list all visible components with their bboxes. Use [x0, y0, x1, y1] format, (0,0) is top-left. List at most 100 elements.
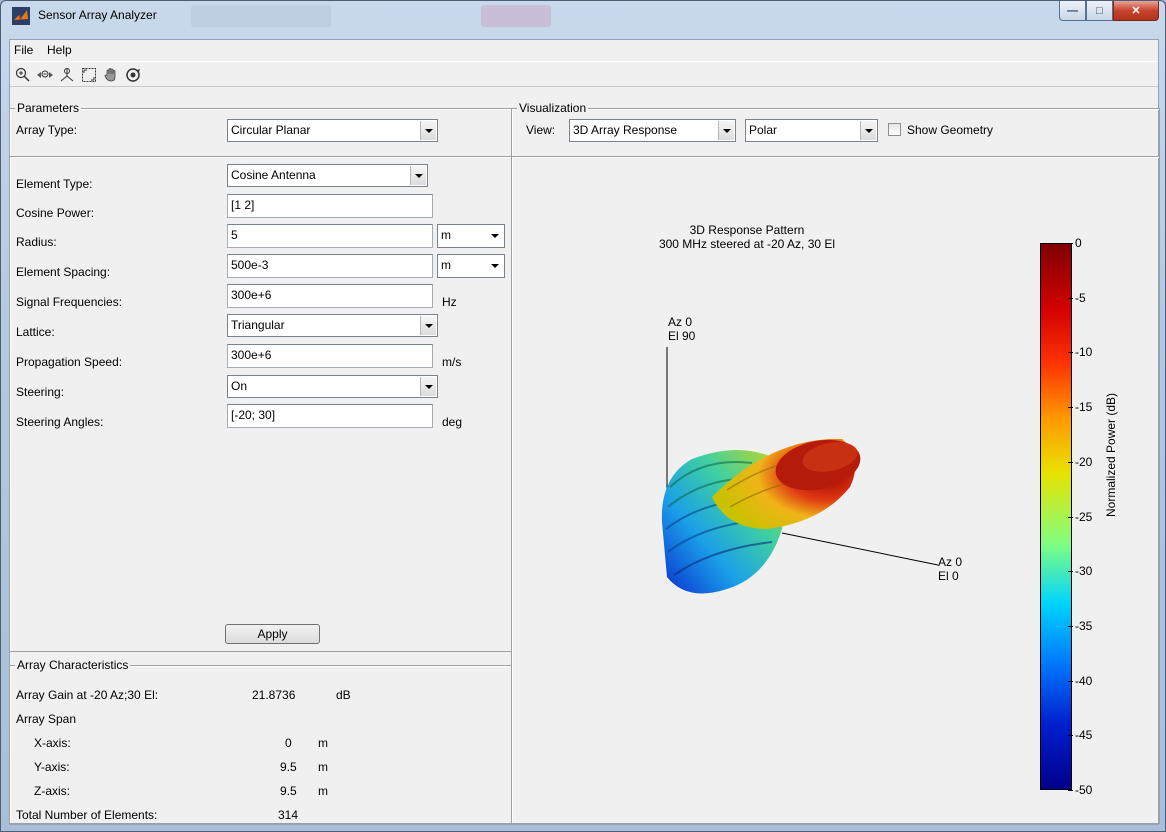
zoom-fit-button[interactable]: [79, 65, 99, 85]
chevron-down-icon: [420, 316, 436, 335]
window-title: Sensor Array Analyzer: [38, 8, 157, 22]
chevron-down-icon: [420, 377, 436, 396]
radius-label: Radius:: [16, 235, 57, 249]
zoom-out-icon: [37, 70, 53, 78]
zoom-fit-icon: [82, 68, 96, 82]
matlab-logo-icon: [12, 7, 30, 25]
lattice-value: Triangular: [231, 318, 285, 332]
menu-bar: File Help: [10, 40, 1158, 60]
array-type-value: Circular Planar: [231, 123, 311, 137]
array-gain-unit: dB: [336, 688, 351, 702]
radius-unit-dropdown[interactable]: m: [437, 224, 505, 248]
zoom-in-button[interactable]: [13, 65, 33, 85]
menu-file[interactable]: File: [14, 43, 33, 57]
data-cursor-icon: [60, 68, 74, 82]
app-window: Sensor Array Analyzer — □ ✕ File Help Pa…: [0, 0, 1166, 832]
x-axis-value: 0: [285, 736, 292, 750]
title-bar-decoration: [191, 5, 331, 27]
title-bar[interactable]: Sensor Array Analyzer — □ ✕: [1, 1, 1165, 31]
plot-mode-value: Polar: [749, 123, 778, 137]
zoom-in-icon: [15, 67, 30, 82]
show-geometry-checkbox[interactable]: [888, 123, 901, 136]
toolbar: [10, 61, 1158, 87]
title-bar-decoration: [481, 5, 551, 27]
element-parameters-panel: Element Type: Cosine Antenna Cosine Powe…: [9, 156, 512, 652]
close-icon: ✕: [1131, 5, 1141, 17]
steering-value: On: [231, 379, 248, 393]
spacing-unit-value: m: [441, 258, 451, 272]
colorbar-tick-mark: [1068, 680, 1073, 682]
total-elements-value: 314: [278, 808, 299, 822]
z-axis-unit: m: [318, 784, 328, 798]
colorbar-tick-mark: [1068, 571, 1073, 573]
chevron-down-icon: [420, 121, 436, 140]
steering-dropdown[interactable]: On: [227, 375, 438, 398]
array-gain-value: 21.8736: [252, 688, 296, 702]
colorbar-tick-mark: [1068, 243, 1073, 244]
data-cursor-button[interactable]: [57, 65, 77, 85]
view-label: View:: [526, 123, 556, 137]
maximize-button[interactable]: □: [1086, 1, 1113, 21]
array-span-label: Array Span: [16, 712, 77, 726]
view-dropdown[interactable]: 3D Array Response: [569, 119, 736, 142]
x-axis-line: [781, 532, 939, 566]
rotate-3d-button[interactable]: [123, 65, 143, 85]
show-geometry-label: Show Geometry: [907, 123, 994, 137]
spacing-unit-dropdown[interactable]: m: [437, 254, 505, 278]
menu-help[interactable]: Help: [47, 43, 72, 57]
y-axis-value: 9.5: [280, 760, 297, 774]
pan-button[interactable]: [101, 65, 121, 85]
element-spacing-input[interactable]: 500e-3: [227, 254, 433, 278]
chevron-down-icon: [860, 121, 876, 140]
z-axis-value: 9.5: [280, 784, 297, 798]
apply-button[interactable]: Apply: [225, 624, 320, 644]
array-gain-label: Array Gain at -20 Az;30 El:: [16, 688, 159, 702]
minimize-button[interactable]: —: [1059, 1, 1086, 21]
element-type-dropdown[interactable]: Cosine Antenna: [227, 164, 428, 187]
colorbar-tick-mark: [1068, 516, 1073, 518]
total-elements-label: Total Number of Elements:: [16, 808, 158, 822]
x-axis-unit: m: [318, 736, 328, 750]
parameters-legend: Parameters: [15, 101, 82, 115]
colorbar-tick-mark: [1068, 407, 1073, 409]
pattern-lobes: [661, 438, 861, 594]
client-area: File Help Parameters Array Type: Circula…: [9, 39, 1160, 825]
zoom-out-button[interactable]: [35, 65, 55, 85]
colorbar-tick-mark: [1068, 735, 1073, 737]
window-controls: — □ ✕: [1059, 1, 1159, 21]
array-type-label: Array Type:: [16, 123, 78, 137]
close-button[interactable]: ✕: [1113, 1, 1159, 21]
colorbar-tick-mark: [1068, 625, 1073, 627]
colorbar-tick-mark: [1068, 297, 1073, 299]
steering-label: Steering:: [16, 385, 65, 399]
steering-angles-input[interactable]: [-20; 30]: [227, 404, 433, 428]
lattice-label: Lattice:: [16, 325, 55, 339]
maximize-icon: □: [1096, 4, 1103, 17]
rotate-3d-icon: [126, 68, 140, 82]
element-type-label: Element Type:: [16, 177, 93, 191]
colorbar-tick-label: -10: [1075, 345, 1093, 360]
propagation-speed-input[interactable]: 300e+6: [227, 344, 433, 368]
signal-frequencies-label: Signal Frequencies:: [16, 295, 123, 309]
signal-frequencies-input[interactable]: 300e+6: [227, 284, 433, 308]
cosine-power-label: Cosine Power:: [16, 206, 95, 220]
colorbar-tick-label: -45: [1075, 728, 1093, 743]
z-axis-label: Z-axis:: [34, 784, 70, 798]
y-axis-unit: m: [318, 760, 328, 774]
chevron-down-icon: [487, 226, 503, 245]
minimize-icon: —: [1067, 4, 1078, 17]
plot-mode-dropdown[interactable]: Polar: [745, 119, 878, 142]
speed-unit: m/s: [442, 355, 462, 369]
colorbar-tick-label: -50: [1075, 783, 1093, 797]
chevron-down-icon: [718, 121, 734, 140]
radius-input[interactable]: 5: [227, 224, 433, 248]
colorbar-tick-mark: [1068, 461, 1073, 463]
steering-angles-label: Steering Angles:: [16, 415, 104, 429]
colorbar-tick-label: -40: [1075, 673, 1093, 688]
array-type-dropdown[interactable]: Circular Planar: [227, 119, 438, 142]
chevron-down-icon: [410, 166, 426, 185]
lattice-dropdown[interactable]: Triangular: [227, 314, 438, 337]
cosine-power-input[interactable]: [1 2]: [227, 194, 433, 218]
colorbar-tick-label: -35: [1075, 618, 1093, 633]
colorbar-tick-label: -25: [1075, 509, 1093, 524]
